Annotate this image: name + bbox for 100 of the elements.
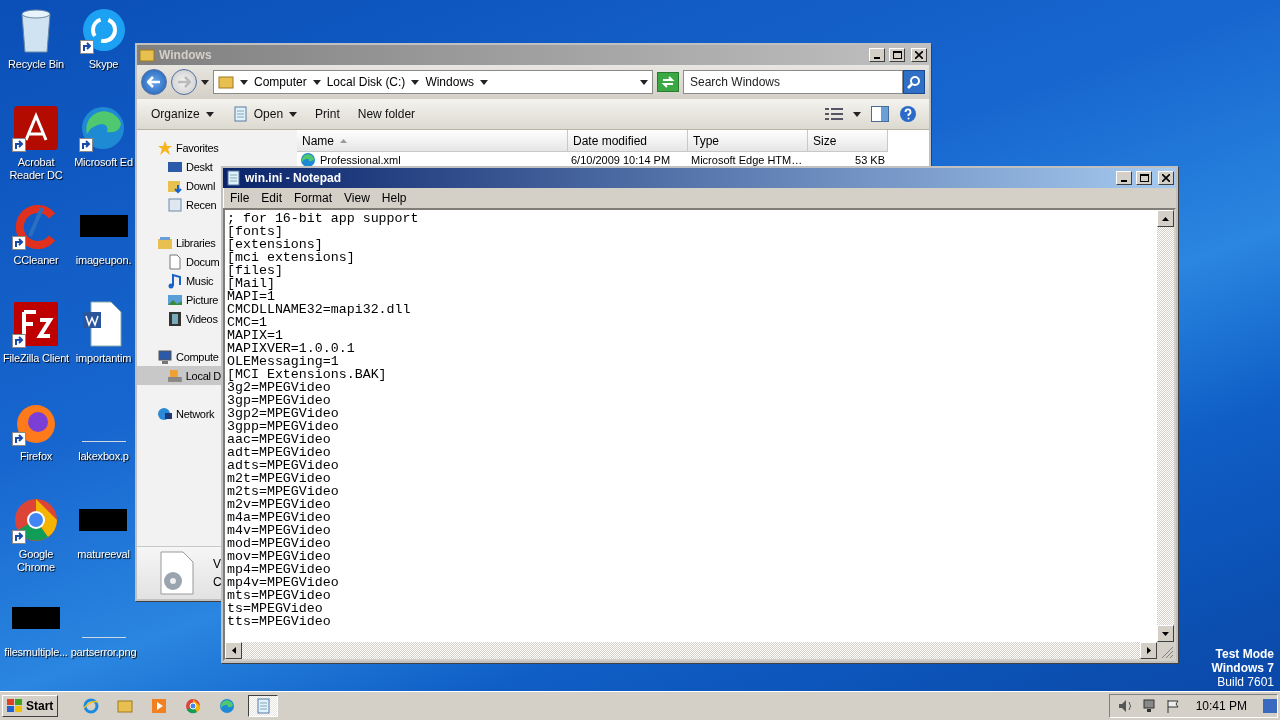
- text-line: mp4v=MPEGVideo: [227, 576, 340, 589]
- thumbnail-icon: [12, 607, 60, 629]
- toolbar-button[interactable]: New folder: [355, 105, 418, 123]
- text-line: MAPIXVER=1.0.0.1: [227, 342, 356, 355]
- nav-item[interactable]: Favorites: [137, 138, 221, 157]
- scroll-left-button[interactable]: [225, 642, 242, 659]
- caret-icon: [312, 79, 321, 85]
- maximize-button[interactable]: [1136, 171, 1152, 185]
- desktop-shortcut[interactable]: CCleaner: [12, 202, 60, 267]
- toolbar-button[interactable]: Open: [229, 104, 300, 124]
- scroll-right-button[interactable]: [1140, 642, 1157, 659]
- column-header[interactable]: Date modified: [568, 130, 688, 152]
- desktop-shortcut[interactable]: Firefox: [12, 398, 60, 463]
- forward-button[interactable]: [171, 69, 197, 95]
- show-desktop-icon[interactable]: [1263, 697, 1277, 715]
- desktop-shortcut[interactable]: Acrobat Reader DC: [0, 104, 72, 182]
- library-icon: [157, 234, 173, 251]
- file-row[interactable]: Professional.xml 6/10/2009 10:14 PM Microsoft Edge HTM… 53 KB: [297, 152, 929, 168]
- maximize-icon: [892, 51, 902, 59]
- maximize-button[interactable]: [889, 48, 905, 62]
- preview-pane-icon[interactable]: [871, 106, 889, 122]
- breadcrumb-item[interactable]: Computer: [254, 75, 307, 89]
- text-line: CMC=1: [227, 316, 267, 329]
- nav-item[interactable]: Picture: [137, 290, 221, 309]
- flag-icon[interactable]: [1165, 699, 1180, 713]
- minimize-button[interactable]: [869, 48, 885, 62]
- nav-item[interactable]: Recen: [137, 195, 221, 214]
- table-cell-text: 53 KB: [854, 153, 886, 168]
- breadcrumb-item[interactable]: Windows: [425, 75, 475, 89]
- menu-item[interactable]: File: [225, 191, 255, 205]
- column-header[interactable]: Type: [688, 130, 808, 152]
- clock[interactable]: 10:41 PM: [1187, 699, 1255, 713]
- close-button[interactable]: [1158, 171, 1174, 185]
- view-options-icon[interactable]: [825, 107, 843, 121]
- toolbar-button[interactable]: Organize: [149, 105, 216, 123]
- search-button[interactable]: [903, 70, 925, 94]
- menu-item[interactable]: View: [339, 191, 375, 205]
- close-icon: [1162, 174, 1170, 182]
- nav-item[interactable]: Videos: [137, 309, 221, 328]
- scroll-down-button[interactable]: [1157, 625, 1174, 642]
- nav-label: Local D: [185, 369, 221, 382]
- edge-icon: [219, 698, 236, 714]
- menu-item[interactable]: Edit: [256, 191, 288, 205]
- text-line: [extensions]: [227, 238, 323, 251]
- address-bar[interactable]: Computer Local Disk (C:) Windows: [213, 70, 653, 94]
- shortcut-label: matureeval: [77, 548, 130, 561]
- desktop-shortcut[interactable]: filesmultiple...: [4, 594, 68, 659]
- network-icon[interactable]: [1141, 699, 1158, 713]
- start-button[interactable]: Start: [2, 695, 59, 717]
- window-title: Windows: [159, 48, 213, 62]
- desktop-shortcut[interactable]: FileZilla Client: [3, 300, 69, 365]
- refresh-button[interactable]: [657, 72, 679, 92]
- search-field[interactable]: Search Windows: [683, 70, 903, 94]
- nav-label: Downl: [186, 179, 216, 192]
- nav-label: Network: [176, 407, 215, 420]
- horizontal-scrollbar[interactable]: [225, 642, 1157, 659]
- menu-item[interactable]: Help: [376, 191, 412, 205]
- nav-label: Recen: [186, 198, 217, 211]
- nav-item[interactable]: Compute: [137, 347, 221, 366]
- column-header[interactable]: Name: [297, 130, 568, 152]
- taskbar-app-button[interactable]: [248, 695, 279, 717]
- caret-icon: [411, 79, 420, 85]
- help-icon[interactable]: [899, 105, 917, 123]
- nav-item[interactable]: Downl: [137, 176, 221, 195]
- desktop-shortcut[interactable]: lakexbox.p: [78, 398, 129, 463]
- desktop-shortcut[interactable]: Google Chrome: [0, 496, 72, 574]
- menu-item[interactable]: Format: [289, 191, 338, 205]
- nav-label: Picture: [186, 293, 219, 306]
- back-button[interactable]: [141, 69, 167, 95]
- desktop-shortcut[interactable]: importantim: [75, 300, 132, 365]
- desktop-shortcut[interactable]: imageupon.: [75, 202, 132, 267]
- drive-icon: [167, 367, 183, 384]
- star-icon: [157, 139, 173, 156]
- nav-item[interactable]: Network: [137, 404, 221, 423]
- details-text: V: [213, 557, 222, 571]
- column-header[interactable]: Size: [808, 130, 888, 152]
- nav-item[interactable]: Libraries: [137, 233, 221, 252]
- scroll-up-button[interactable]: [1157, 210, 1174, 227]
- nav-item[interactable]: Docum: [137, 252, 221, 271]
- desktop-shortcut[interactable]: partserror.png: [72, 594, 135, 659]
- text-line: 3gpp=MPEGVideo: [227, 420, 340, 433]
- desktop-shortcut[interactable]: Skype: [79, 6, 128, 71]
- nav-label: Deskt: [186, 160, 213, 173]
- text-line: mts=MPEGVideo: [227, 589, 331, 602]
- speaker-icon[interactable]: [1117, 699, 1134, 713]
- nav-item[interactable]: Deskt: [137, 157, 221, 176]
- desktop-shortcut[interactable]: matureeval: [77, 496, 130, 561]
- desktop-shortcut[interactable]: Microsoft Ed: [74, 104, 133, 169]
- text-line: 3gp=MPEGVideo: [227, 394, 331, 407]
- vertical-scrollbar[interactable]: [1157, 210, 1174, 642]
- breadcrumb-item[interactable]: Local Disk (C:): [326, 75, 406, 89]
- resize-grip-icon[interactable]: [1157, 642, 1174, 659]
- search-icon: [907, 75, 921, 89]
- maximize-icon: [1139, 174, 1149, 182]
- nav-item[interactable]: Music: [137, 271, 221, 290]
- desktop-shortcut[interactable]: Recycle Bin: [8, 6, 64, 71]
- close-button[interactable]: [911, 48, 927, 62]
- nav-item[interactable]: Local D: [137, 366, 221, 385]
- minimize-button[interactable]: [1116, 171, 1132, 185]
- toolbar-button[interactable]: Print: [313, 105, 342, 123]
